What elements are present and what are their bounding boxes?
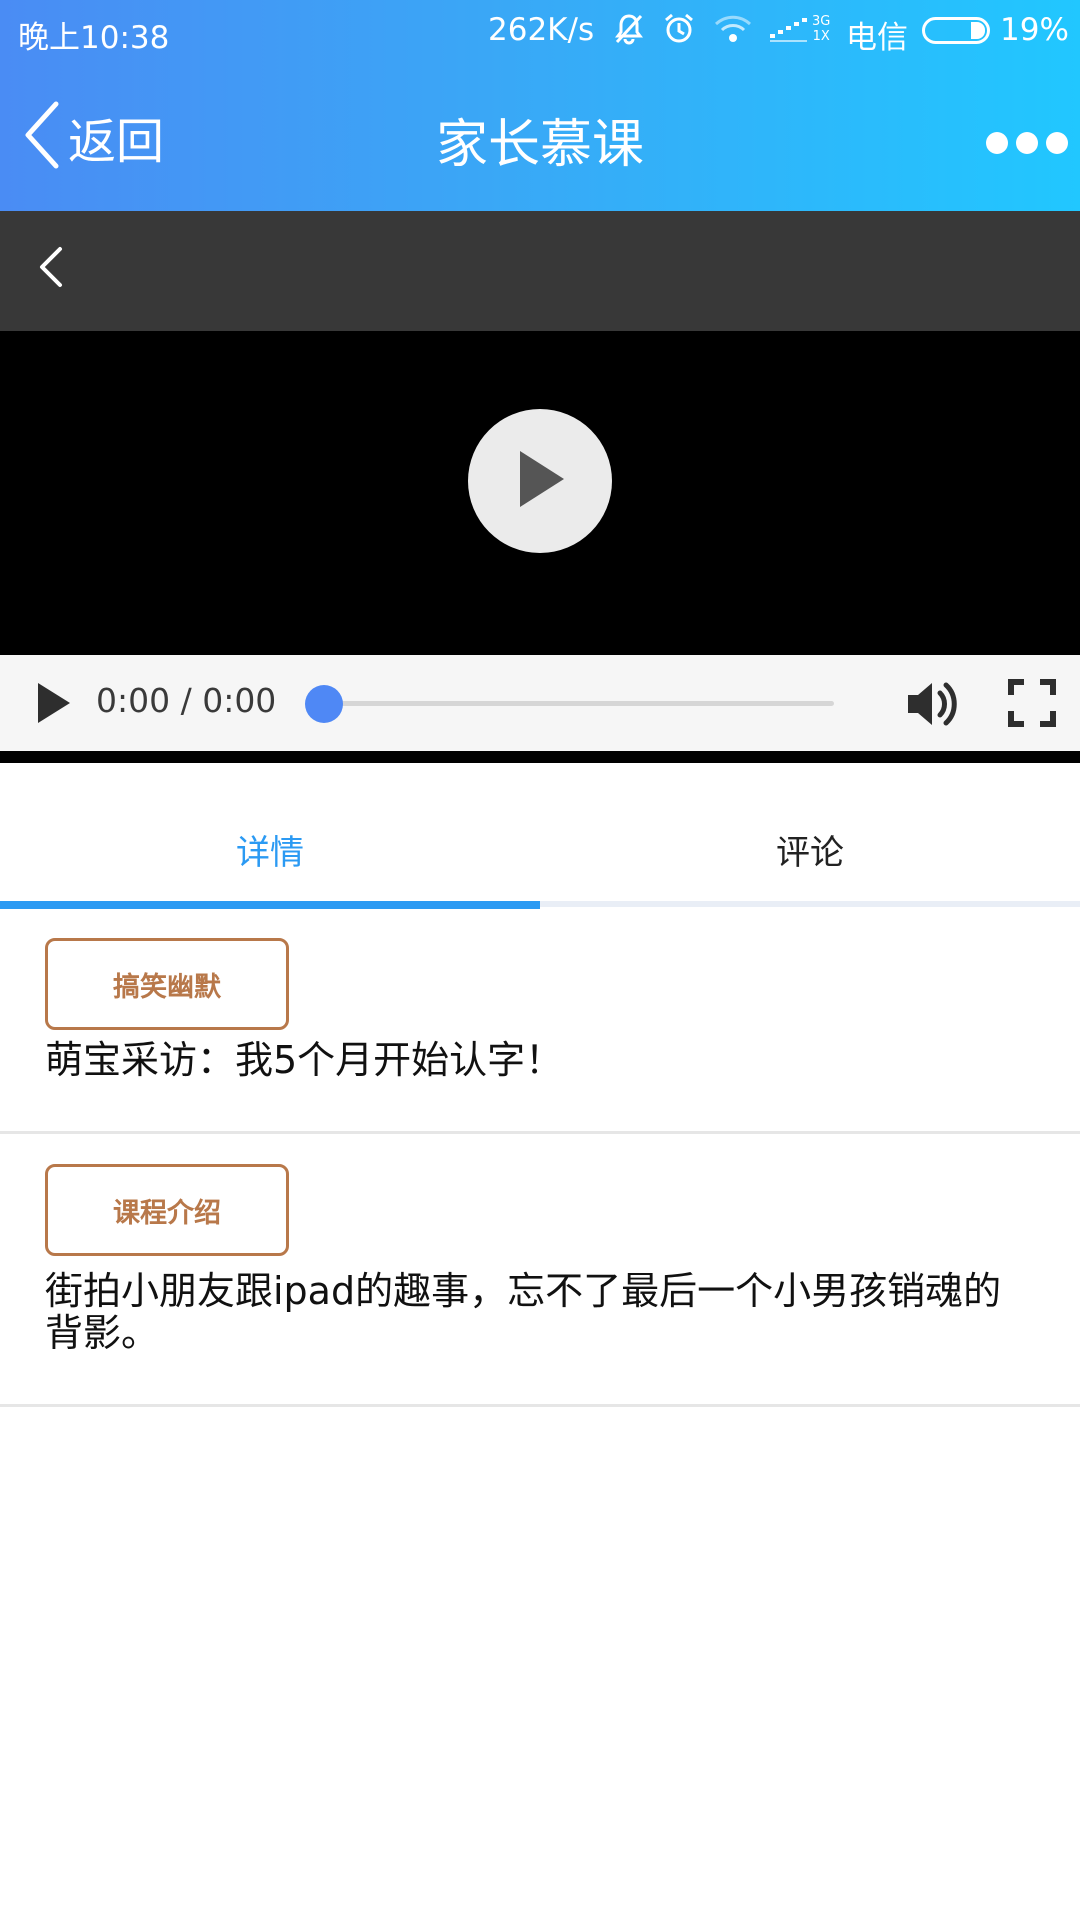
video-top-bar [0, 211, 1080, 331]
battery-percent: 19% [1000, 12, 1069, 48]
volume-button[interactable] [904, 675, 962, 737]
fullscreen-button[interactable] [1008, 679, 1056, 731]
alarm-clock-icon [662, 12, 696, 54]
status-bar: 晚上10:38 262K/s 3G 1X 电信 19% [0, 0, 1080, 62]
course-description: 街拍小朋友跟ipad的趣事，忘不了最后一个小男孩销魂的背影。 [45, 1269, 1002, 1355]
tab-detail[interactable]: 详情 [0, 825, 540, 874]
video-bottom-edge [0, 751, 1080, 763]
video-title: 萌宝采访：我5个月开始认字！ [45, 1038, 564, 1082]
intro-section: 课程介绍 街拍小朋友跟ipad的趣事，忘不了最后一个小男孩销魂的背影。 [0, 1134, 1080, 1407]
detail-section: 搞笑幽默 萌宝采访：我5个月开始认字！ [0, 909, 1080, 1134]
play-button[interactable] [34, 681, 74, 729]
more-dot-icon [1046, 132, 1068, 154]
signal-icon [768, 12, 810, 54]
video-controls: 0:00 / 0:00 [0, 655, 1080, 751]
active-tab-indicator [0, 901, 540, 909]
category-tag: 搞笑幽默 [45, 938, 289, 1030]
app-header: 晚上10:38 262K/s 3G 1X 电信 19% 返回 家长慕课 [0, 0, 1080, 211]
seek-bar[interactable] [324, 701, 834, 706]
seek-thumb[interactable] [305, 685, 343, 723]
more-dot-icon [986, 132, 1008, 154]
big-play-button[interactable] [468, 409, 612, 553]
wifi-icon [713, 12, 753, 54]
battery-icon [922, 17, 990, 44]
video-screen[interactable] [0, 331, 1080, 655]
time-display: 0:00 / 0:00 [96, 681, 277, 720]
play-icon [512, 447, 568, 515]
mute-bell-icon [612, 12, 646, 54]
page-title: 家长慕课 [435, 115, 644, 175]
tab-bar: 详情 评论 [0, 763, 1080, 909]
navigation-bar: 返回 家长慕课 [0, 62, 1080, 211]
network-speed: 262K/s [488, 12, 595, 48]
intro-tag: 课程介绍 [45, 1164, 289, 1256]
tab-divider [540, 901, 1080, 907]
carrier-name: 电信 [846, 20, 908, 56]
network-type: 3G 1X [812, 14, 831, 44]
more-dot-icon [1016, 132, 1038, 154]
video-back-button[interactable] [36, 245, 64, 293]
tab-comments[interactable]: 评论 [540, 825, 1080, 874]
more-options-button[interactable] [986, 132, 1068, 154]
status-time: 晚上10:38 [18, 20, 170, 56]
